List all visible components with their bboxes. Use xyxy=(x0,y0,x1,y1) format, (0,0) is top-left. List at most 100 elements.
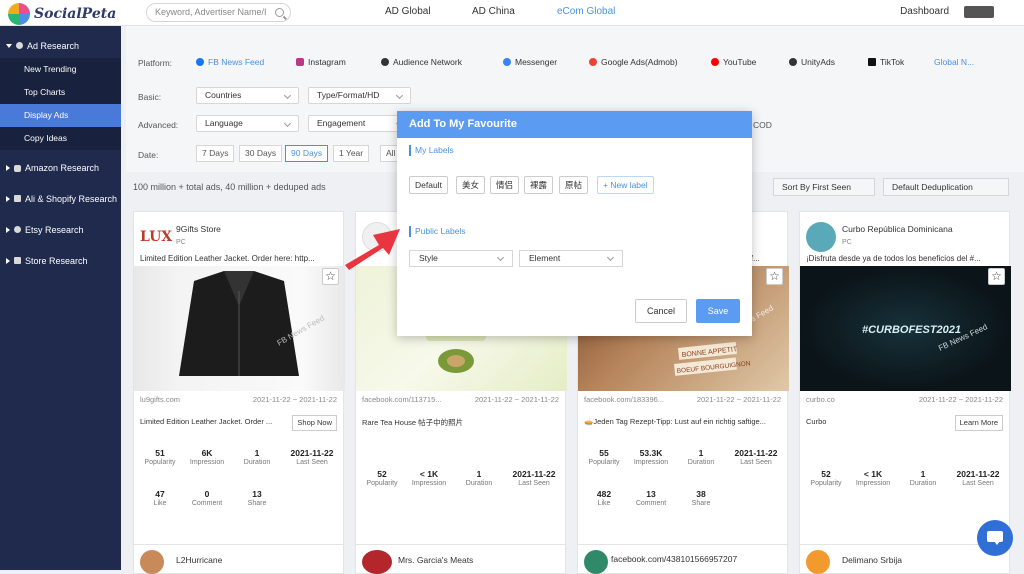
sidebar-etsy-research[interactable]: Etsy Research xyxy=(0,214,121,245)
ad-text: ¡Disfruta desde ya de todos los benefici… xyxy=(806,254,981,263)
new-label-button[interactable]: + New label xyxy=(597,176,654,194)
element-select[interactable]: Element xyxy=(519,250,623,267)
tag-default[interactable]: Default xyxy=(409,176,448,194)
facebook-icon xyxy=(196,58,204,66)
language-select[interactable]: Language xyxy=(196,115,299,132)
platform-messenger-label: Messenger xyxy=(515,57,558,67)
type-format-select[interactable]: Type/Format/HD xyxy=(308,87,411,104)
ad-date-range: 2021-11-22 ~ 2021-11-22 xyxy=(918,395,1003,404)
sidebar-ad-research-label: Ad Research xyxy=(27,40,80,51)
stat-duration: 1 Duration xyxy=(909,469,937,487)
app-logo[interactable]: SocialPeta xyxy=(8,3,116,25)
platform-tiktok-label: TikTok xyxy=(880,57,905,67)
ad-url[interactable]: curbo.co xyxy=(806,395,835,404)
user-avatar[interactable] xyxy=(964,6,994,18)
advertiser-name[interactable]: 9Gifts Store xyxy=(176,224,221,234)
search-input[interactable]: Keyword, Advertiser Name/I xyxy=(146,3,291,22)
date-1-year[interactable]: 1 Year xyxy=(333,145,370,162)
sidebar-item-copy-ideas[interactable]: Copy Ideas xyxy=(0,127,121,150)
shop-now-button[interactable]: Shop Now xyxy=(292,415,337,431)
ad-description: Curbo xyxy=(806,417,827,426)
dedup-select[interactable]: Default Deduplication xyxy=(883,178,1009,196)
chevron-right-icon xyxy=(6,226,10,233)
platform-global-more[interactable]: Global N... xyxy=(934,57,974,67)
ad-url[interactable]: facebook.com/113715... xyxy=(362,395,442,404)
tag-nudity[interactable]: 裸露 xyxy=(524,176,554,194)
sidebar-item-new-trending[interactable]: New Trending xyxy=(0,58,121,81)
platform-fb-label: FB News Feed xyxy=(208,57,265,67)
logo-icon xyxy=(8,3,30,25)
advertiser-logo xyxy=(806,550,830,574)
etsy-icon xyxy=(14,226,21,233)
learn-more-button[interactable]: Learn More xyxy=(954,415,1003,431)
sort-select[interactable]: Sort By First Seen xyxy=(773,178,875,196)
sidebar-ad-research[interactable]: Ad Research xyxy=(0,33,121,58)
advertiser-name[interactable]: facebook.com/438101566957207 xyxy=(611,554,737,564)
jacket-image: FB News Feed xyxy=(179,271,326,376)
tag-beauty[interactable]: 美女 xyxy=(456,176,486,194)
favourite-star-button[interactable]: ☆ xyxy=(322,268,339,285)
favourite-star-button[interactable]: ☆ xyxy=(766,268,783,285)
favourite-star-button[interactable]: ☆ xyxy=(988,268,1005,285)
stat-duration: 1 Duration xyxy=(465,469,493,487)
dialog-title: Add To My Favourite xyxy=(397,111,752,138)
sidebar-amazon-research[interactable]: Amazon Research xyxy=(0,153,121,183)
sidebar-item-display-ads[interactable]: Display Ads xyxy=(0,104,121,127)
cancel-button[interactable]: Cancel xyxy=(635,299,687,323)
nav-ecom-global[interactable]: eCom Global xyxy=(557,6,615,17)
nav-ad-global[interactable]: AD Global xyxy=(385,6,431,17)
platform-google-ads[interactable]: Google Ads(Admob) xyxy=(589,57,678,67)
ad-image[interactable]: FB News Feed xyxy=(134,266,345,391)
stat-share: 13 Share xyxy=(247,489,267,507)
search-icon[interactable] xyxy=(275,8,284,17)
platform-unityads[interactable]: UnityAds xyxy=(789,57,835,67)
advertiser-name[interactable]: Mrs. Garcia's Meats xyxy=(398,555,473,565)
platform-youtube[interactable]: YouTube xyxy=(711,57,756,67)
my-labels-heading: My Labels xyxy=(409,145,454,156)
save-button[interactable]: Save xyxy=(696,299,740,323)
ad-url[interactable]: lu9gifts.com xyxy=(140,395,180,404)
style-select[interactable]: Style xyxy=(409,250,513,267)
cod-filter[interactable]: COD xyxy=(753,120,772,130)
platform-google-label: Google Ads(Admob) xyxy=(601,57,678,67)
advertiser-name[interactable]: Delimano Srbija xyxy=(842,555,902,565)
advertiser-logo xyxy=(584,550,608,574)
chat-support-icon[interactable] xyxy=(977,520,1013,556)
annotation-arrow-icon xyxy=(345,229,400,270)
platform-device: PC xyxy=(842,239,852,246)
sidebar-store-research[interactable]: Store Research xyxy=(0,245,121,276)
dashboard-link[interactable]: Dashboard xyxy=(900,6,949,17)
date-7-days[interactable]: 7 Days xyxy=(196,145,235,162)
platform-audience-network[interactable]: Audience Network xyxy=(381,57,462,67)
platform-tiktok[interactable]: TikTok xyxy=(868,57,904,67)
stat-last-seen: 2021-11-22 Last Seen xyxy=(956,469,1000,487)
platform-youtube-label: YouTube xyxy=(723,57,757,67)
platform-messenger[interactable]: Messenger xyxy=(503,57,557,67)
nav-ad-china[interactable]: AD China xyxy=(472,6,515,17)
countries-select[interactable]: Countries xyxy=(196,87,299,104)
bulb-icon xyxy=(16,42,23,49)
ad-card[interactable]: LUX 9Gifts Store PC Limited Edition Leat… xyxy=(133,211,345,556)
date-90-days[interactable]: 90 Days xyxy=(285,145,329,162)
advertiser-logo xyxy=(140,550,164,574)
advertiser-name[interactable]: Curbo República Dominicana xyxy=(842,224,953,234)
sidebar-item-top-charts[interactable]: Top Charts xyxy=(0,81,121,104)
sidebar-ali-shopify-research[interactable]: Ali & Shopify Research xyxy=(0,183,121,214)
ad-description: Limited Edition Leather Jacket. Order ..… xyxy=(140,417,273,426)
stat-share: 38 Share xyxy=(691,489,711,507)
ads-summary: 100 million + total ads, 40 million + de… xyxy=(133,182,326,192)
advertiser-logo xyxy=(362,550,392,574)
advertiser-name[interactable]: L2Hurricane xyxy=(176,555,222,565)
tag-original-post[interactable]: 原帖 xyxy=(559,176,589,194)
stat-duration: 1 Duration xyxy=(243,448,271,466)
platform-fb-news-feed[interactable]: FB News Feed xyxy=(196,57,264,67)
ad-url[interactable]: facebook.com/183396... xyxy=(584,395,664,404)
date-30-days[interactable]: 30 Days xyxy=(239,145,283,162)
tag-couple[interactable]: 情侣 xyxy=(490,176,520,194)
stat-like: 47 Like xyxy=(153,489,167,507)
advanced-label: Advanced: xyxy=(138,120,179,130)
platform-instagram[interactable]: Instagram xyxy=(296,57,346,67)
ad-image[interactable]: #CURBOFEST2021 FB News Feed xyxy=(800,266,1011,391)
engagement-select[interactable]: Engagement xyxy=(308,115,411,132)
ad-card[interactable]: Curbo República Dominicana PC ¡Disfruta … xyxy=(799,211,1011,556)
